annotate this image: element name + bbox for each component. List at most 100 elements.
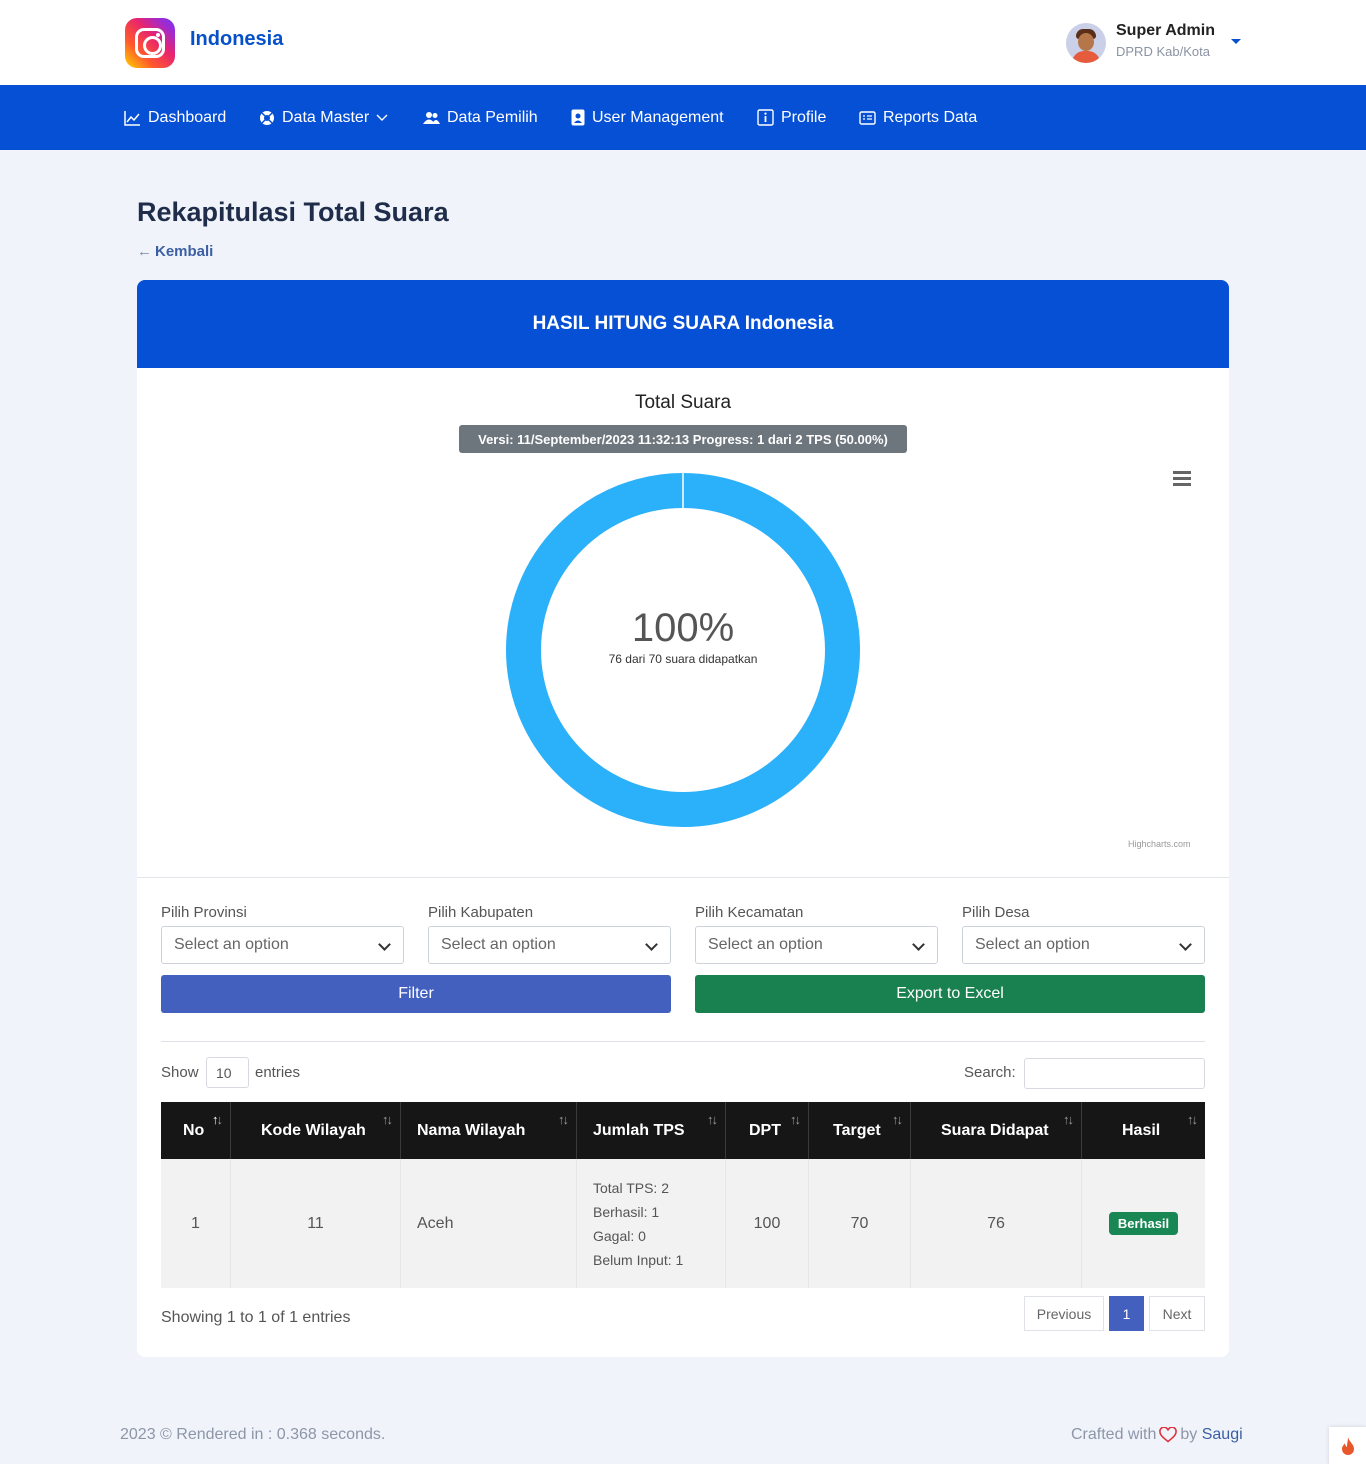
kecamatan-label: Pilih Kecamatan [695, 904, 804, 921]
column-label: DPT [749, 1121, 781, 1139]
sort-icon: ↑↓ [892, 1112, 903, 1127]
chart-credit[interactable]: Highcharts.com [1128, 839, 1191, 849]
info-icon [757, 109, 774, 126]
users-icon [423, 111, 440, 124]
cell-suara: 76 [911, 1159, 1082, 1288]
author-link[interactable]: Saugi [1202, 1426, 1243, 1444]
nav-data-master[interactable]: Data Master [259, 85, 388, 150]
donut-center-value: 100% [631, 606, 735, 650]
column-header-target[interactable]: Target ↑↓ [809, 1102, 911, 1159]
column-header-kode[interactable]: Kode Wilayah ↑↓ [231, 1102, 401, 1159]
instagram-logo-icon[interactable] [125, 18, 175, 68]
card-title: HASIL HITUNG SUARA Indonesia [532, 313, 834, 334]
pagination-page-1[interactable]: 1 [1109, 1296, 1144, 1331]
column-label: No [183, 1121, 205, 1139]
kabupaten-label: Pilih Kabupaten [428, 904, 534, 921]
cell-tps: Total TPS: 2 Berhasil: 1 Gagal: 0 Belum … [577, 1159, 726, 1288]
nav-label: Dashboard [148, 108, 227, 126]
column-header-hasil[interactable]: Hasil ↑↓ [1082, 1102, 1205, 1159]
nav-user-management[interactable]: User Management [571, 85, 724, 150]
nav-label: Profile [781, 108, 827, 126]
cell-target: 70 [809, 1159, 911, 1288]
chevron-down-icon [912, 938, 925, 951]
user-name[interactable]: Super Admin [1116, 22, 1215, 40]
search-input[interactable] [1024, 1058, 1205, 1089]
back-label: Kembali [155, 243, 214, 260]
sort-icon: ↑↓ [558, 1112, 569, 1127]
tps-gagal: Gagal: 0 [593, 1227, 646, 1244]
results-card: HASIL HITUNG SUARA Indonesia Total Suara… [137, 280, 1229, 1357]
filter-button[interactable]: Filter [161, 975, 671, 1013]
desa-label: Pilih Desa [962, 904, 1030, 921]
chart-menu-icon[interactable] [1173, 471, 1191, 486]
cell-dpt: 100 [726, 1159, 809, 1288]
pagination-previous[interactable]: Previous [1024, 1296, 1104, 1331]
desa-select[interactable]: Select an option [962, 926, 1205, 964]
heart-icon [1159, 1427, 1178, 1443]
column-header-nama[interactable]: Nama Wilayah ↑↓ [401, 1102, 577, 1159]
kabupaten-select[interactable]: Select an option [428, 926, 671, 964]
nav-label: Reports Data [883, 108, 978, 126]
lifebuoy-icon [260, 110, 274, 125]
provinsi-select[interactable]: Select an option [161, 926, 404, 964]
results-table: No ↑↓ Kode Wilayah ↑↓ Nama Wilayah ↑↓ Jumla… [161, 1102, 1205, 1288]
nav-data-pemilih[interactable]: Data Pemilih [423, 85, 538, 150]
by-label: by [1180, 1426, 1198, 1443]
select-value: Select an option [708, 936, 823, 953]
column-header-no[interactable]: No ↑↓ [161, 1102, 231, 1159]
chevron-down-icon [376, 114, 388, 121]
entries-label: entries [255, 1064, 301, 1081]
top-header: Indonesia Super Admin DPRD Kab/Kota [0, 0, 1366, 85]
nav-profile[interactable]: Profile [757, 85, 826, 150]
report-icon [859, 110, 876, 125]
page-size-select[interactable]: 10 [206, 1057, 249, 1088]
brand-name[interactable]: Indonesia [190, 28, 283, 51]
column-header-dpt[interactable]: DPT ↑↓ [726, 1102, 809, 1159]
status-badge: Berhasil [1108, 1212, 1179, 1235]
kecamatan-select[interactable]: Select an option [695, 926, 938, 964]
sort-icon: ↑↓ [790, 1112, 801, 1127]
footer-credit: Crafted with by Saugi [1071, 1426, 1243, 1444]
select-value: Select an option [975, 936, 1090, 953]
nav-dashboard[interactable]: Dashboard [124, 85, 226, 150]
cell-no: 1 [161, 1159, 231, 1288]
sort-icon: ↑↓ [1187, 1112, 1198, 1127]
chevron-down-icon [1179, 938, 1192, 951]
export-excel-button[interactable]: Export to Excel [695, 975, 1205, 1013]
pagination-next[interactable]: Next [1149, 1296, 1205, 1331]
column-header-tps[interactable]: Jumlah TPS ↑↓ [577, 1102, 726, 1159]
chart-title: Total Suara [634, 392, 732, 413]
column-label: Jumlah TPS [593, 1121, 685, 1139]
crafted-label: Crafted with [1071, 1426, 1157, 1443]
column-label: Target [833, 1121, 881, 1139]
cell-kode: 11 [231, 1159, 401, 1288]
arrow-left-icon: ← [137, 243, 152, 260]
nav-reports-data[interactable]: Reports Data [859, 85, 977, 150]
column-header-suara[interactable]: Suara Didapat ↑↓ [911, 1102, 1082, 1159]
table-info: Showing 1 to 1 of 1 entries [161, 1309, 351, 1326]
nav-label: User Management [592, 108, 724, 126]
sort-icon: ↑↓ [212, 1112, 223, 1127]
back-link[interactable]: ← Kembali [137, 243, 213, 260]
chevron-down-icon [645, 938, 658, 951]
page-title: Rekapitulasi Total Suara [137, 197, 449, 227]
column-label: Kode Wilayah [261, 1121, 366, 1139]
nav-label: Data Pemilih [447, 108, 538, 126]
divider [137, 877, 1229, 878]
footer-render-info: 2023 © Rendered in : 0.368 seconds. [120, 1426, 386, 1443]
search-label: Search: [964, 1064, 1016, 1081]
show-label: Show [161, 1064, 199, 1081]
user-avatar[interactable] [1066, 23, 1106, 63]
caret-down-icon[interactable] [1231, 39, 1241, 44]
flame-icon[interactable] [1329, 1427, 1366, 1464]
card-header: HASIL HITUNG SUARA Indonesia [137, 280, 1229, 368]
tps-berhasil: Berhasil: 1 [593, 1203, 660, 1220]
provinsi-label: Pilih Provinsi [161, 904, 247, 921]
cell-hasil: Berhasil [1082, 1159, 1205, 1288]
cell-nama: Aceh [401, 1159, 577, 1288]
sort-icon: ↑↓ [707, 1112, 718, 1127]
chevron-down-icon [378, 938, 391, 951]
select-value: Select an option [441, 936, 556, 953]
column-label: Nama Wilayah [417, 1121, 526, 1139]
id-badge-icon [571, 109, 585, 126]
